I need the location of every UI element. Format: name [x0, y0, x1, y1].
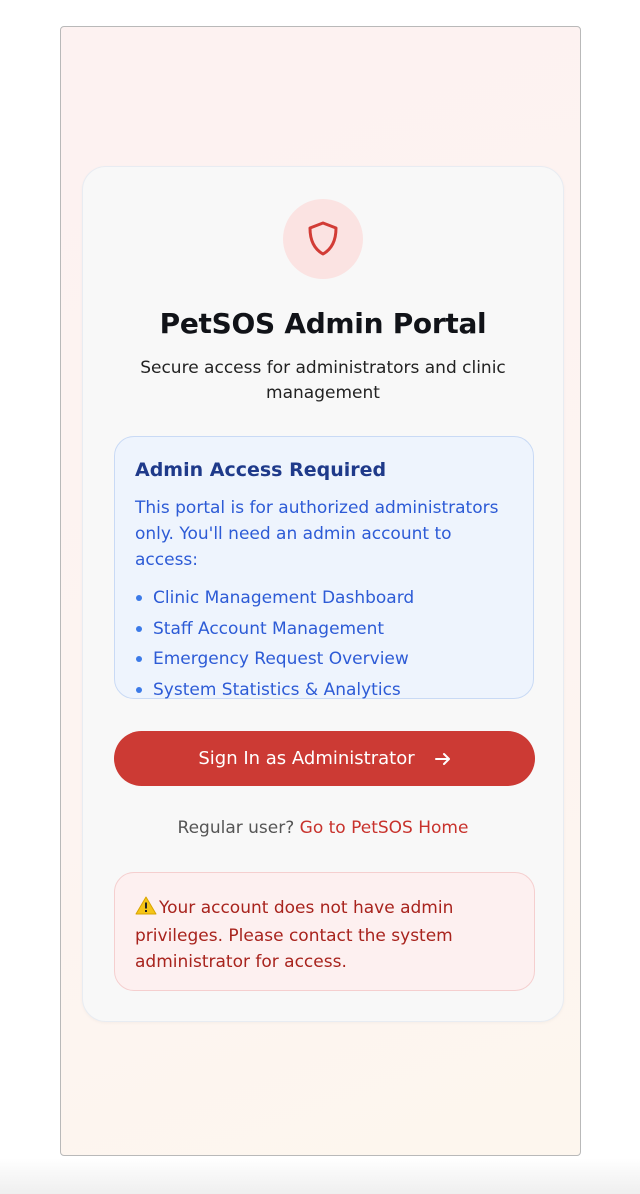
- list-item-label: Staff Account Management: [153, 618, 385, 639]
- info-list: Clinic Management Dashboard Staff Accoun…: [135, 583, 513, 705]
- shield-icon: [308, 221, 338, 256]
- admin-card: PetSOS Admin Portal Secure access for ad…: [82, 166, 564, 1022]
- go-home-link[interactable]: Go to PetSOS Home: [300, 818, 469, 838]
- list-item-label: Clinic Management Dashboard: [153, 588, 415, 608]
- list-item-label: System Statistics & Analytics: [153, 679, 401, 700]
- warning-text: Your account does not have admin privile…: [135, 898, 454, 972]
- list-item: Staff Account Management: [135, 614, 513, 645]
- bullet-icon: [136, 686, 142, 693]
- regular-user-prompt: Regular user?: [177, 818, 295, 838]
- info-heading: Admin Access Required: [135, 459, 387, 481]
- warning-icon: [135, 896, 157, 923]
- list-item-label: Emergency Request Overview: [153, 649, 409, 669]
- arrow-right-icon: [434, 752, 451, 766]
- app-viewport: PetSOS Admin Portal Secure access for ad…: [60, 26, 581, 1156]
- no-privileges-warning: Your account does not have admin privile…: [114, 872, 535, 991]
- regular-user-line: Regular user? Go to PetSOS Home: [83, 818, 563, 838]
- bullet-icon: [136, 625, 142, 632]
- info-text: This portal is for authorized administra…: [135, 498, 499, 570]
- bullet-icon: [136, 595, 142, 601]
- list-item: Emergency Request Overview: [135, 644, 513, 675]
- admin-access-info: Admin Access Required This portal is for…: [114, 436, 534, 700]
- bottom-bar: [0, 1158, 640, 1194]
- sign-in-label: Sign In as Administrator: [198, 748, 415, 769]
- bullet-icon: [136, 656, 142, 662]
- sign-in-admin-button[interactable]: Sign In as Administrator: [114, 731, 535, 786]
- page-subtitle: Secure access for administrators and cli…: [140, 358, 506, 403]
- page-title: PetSOS Admin Portal: [159, 307, 487, 340]
- list-item: System Statistics & Analytics: [135, 675, 513, 706]
- shield-badge: [283, 199, 363, 279]
- list-item: Clinic Management Dashboard: [135, 583, 513, 614]
